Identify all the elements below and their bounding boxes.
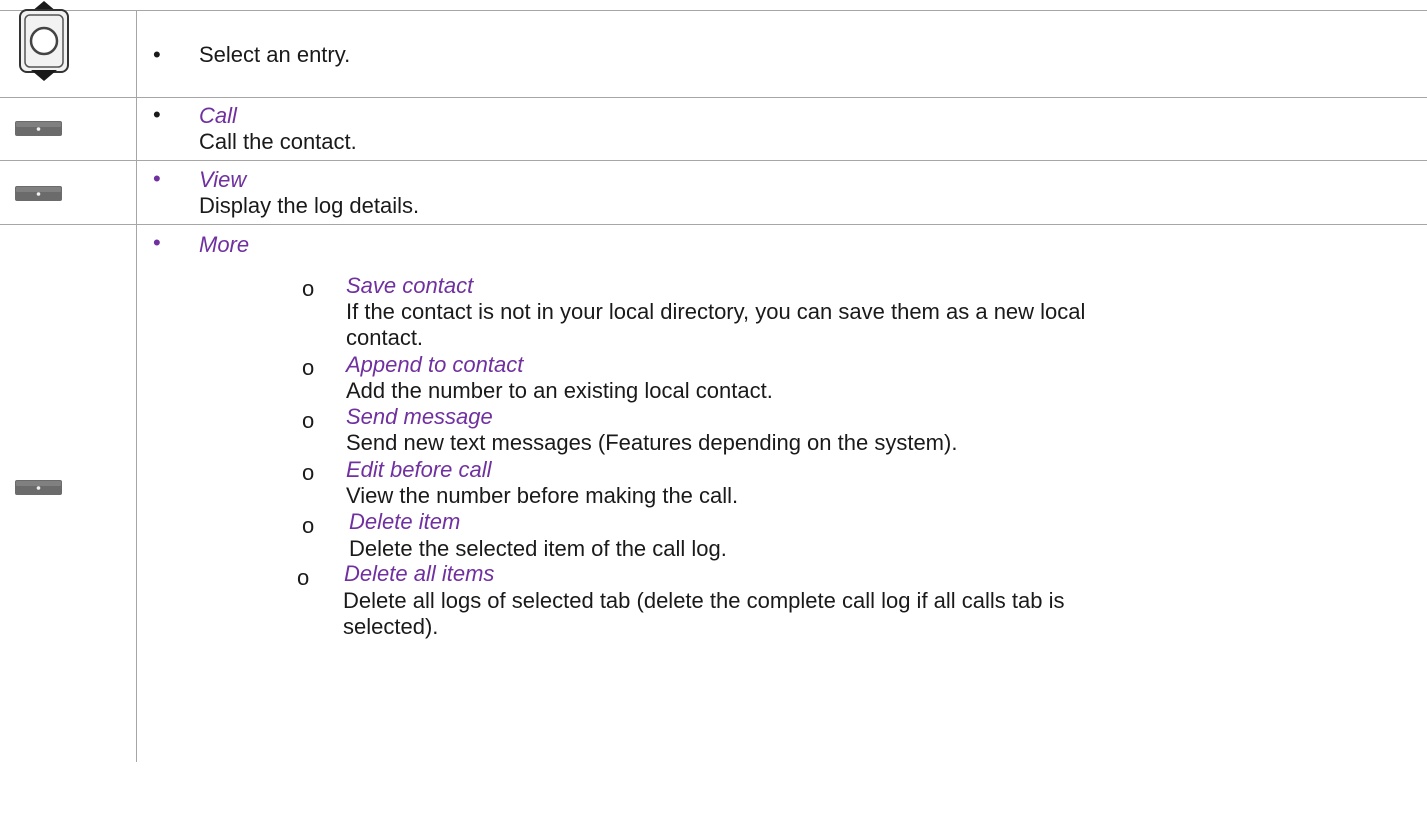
softkey-icon [15, 186, 62, 201]
icon-cell [0, 160, 137, 225]
list-marker: o [302, 408, 315, 433]
list-marker: o [297, 565, 310, 590]
instruction-text: Select an entry. [199, 42, 351, 67]
icon-cell [0, 224, 137, 762]
menu-item-description: Send new text messages (Features dependi… [346, 430, 958, 455]
menu-item-description: Delete the selected item of the call log… [349, 536, 727, 561]
bullet: • [153, 230, 161, 255]
menu-item-save-contact: Save contact [346, 273, 474, 298]
list-marker: o [302, 355, 315, 380]
description-cell: • Select an entry. [136, 10, 1427, 98]
menu-item-description: contact. [346, 325, 424, 350]
menu-item-description: If the contact is not in your local dire… [346, 299, 1086, 324]
menu-item-description: Delete all logs of selected tab (delete … [343, 588, 1065, 613]
table-row: • View Display the log details. [0, 160, 1427, 225]
menu-item-description: View the number before making the call. [346, 483, 739, 508]
menu-item-delete-item: Delete item [349, 509, 461, 534]
softkey-description: Call the contact. [199, 129, 357, 154]
bullet: • [153, 42, 161, 67]
description-cell: • View Display the log details. [136, 160, 1427, 225]
feature-table: • Select an entry. • Call Call the conta… [0, 1, 1427, 762]
icon-cell [0, 1, 137, 98]
menu-item-send-message: Send message [346, 404, 493, 429]
bullet: • [153, 102, 161, 127]
softkey-label-more: More [199, 232, 250, 257]
menu-item-edit-before-call: Edit before call [346, 457, 492, 482]
navigation-key-icon [19, 1, 69, 81]
table-row: • Call Call the contact. [0, 97, 1427, 161]
softkey-label-call: Call [199, 103, 237, 128]
menu-item-delete-all-items: Delete all items [344, 561, 495, 586]
table-row: • More o Save contact If the contact is … [0, 224, 1427, 762]
list-marker: o [302, 460, 315, 485]
softkey-label-view: View [199, 167, 247, 192]
menu-item-description: Add the number to an existing local cont… [346, 378, 773, 403]
icon-cell [0, 97, 137, 161]
description-cell: • Call Call the contact. [136, 97, 1427, 161]
softkey-icon [15, 121, 62, 136]
description-cell: • More o Save contact If the contact is … [136, 224, 1427, 762]
table-row: • Select an entry. [0, 1, 1427, 98]
softkey-icon [15, 480, 62, 495]
list-marker: o [302, 276, 315, 301]
menu-item-append-to-contact: Append to contact [346, 352, 524, 377]
softkey-description: Display the log details. [199, 193, 420, 218]
menu-item-description: selected). [343, 614, 439, 639]
bullet: • [153, 166, 161, 191]
list-marker: o [302, 513, 315, 538]
